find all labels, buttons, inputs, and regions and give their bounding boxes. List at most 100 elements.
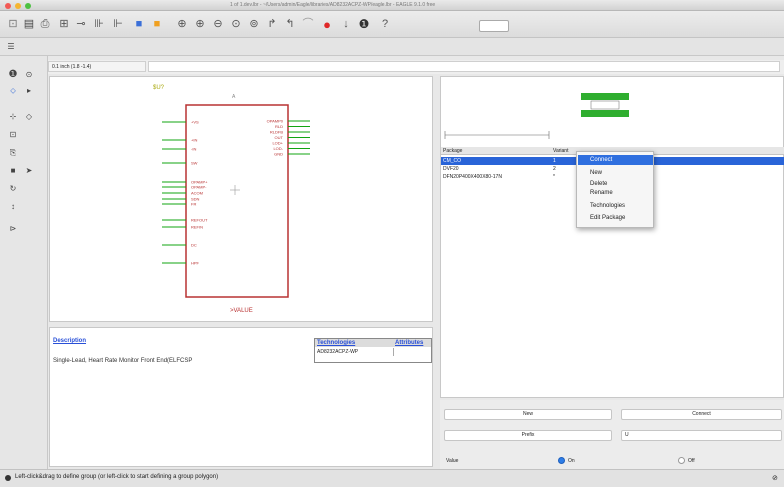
stop-icon[interactable]: ● [320, 17, 334, 31]
pin-label: -IN [191, 147, 196, 152]
show-tool-icon[interactable]: ⊙ [24, 70, 34, 80]
technologies-header[interactable]: Technologies [315, 339, 393, 347]
toolbar: ⊡ ▤ ⎙ ⊞ ⊸ ⊪ ⊩ ■ ■ ⊕ ⊕ ⊖ ⊙ ⊚ ↱ ↰ ⌒ ● ↓ ❶ … [0, 11, 784, 38]
zoom-in-icon[interactable]: ⊕ [193, 17, 207, 31]
print-icon[interactable]: ⎙ [38, 17, 52, 31]
pin-label: OPAMP- [191, 185, 207, 190]
package-variant: * [553, 174, 555, 180]
pin-label: LOD+ [272, 141, 283, 146]
pin-label: LOD- [273, 146, 283, 151]
value-off-label: Off [688, 458, 695, 464]
package-column-header[interactable]: Package [443, 148, 462, 154]
package-name: DVF20 [443, 166, 459, 172]
package-name: CM_CO [443, 158, 462, 164]
zoom-last-icon[interactable]: ⊚ [247, 17, 261, 31]
menu-item-rename[interactable]: Rename [578, 188, 653, 198]
pin-label: FR [191, 202, 196, 207]
pin-label: ACOM [191, 191, 203, 196]
paste-tool-icon[interactable]: ⎘ [8, 148, 18, 158]
arc-icon[interactable]: ⌒ [301, 17, 315, 31]
package-pane: Package Variant CM_CO 1 DVF20 2 DFN20P40… [440, 76, 784, 398]
undo-icon[interactable]: ↰ [283, 17, 297, 31]
command-line-input[interactable] [148, 61, 780, 72]
board-icon[interactable]: ⊸ [74, 17, 88, 31]
prefix-button[interactable]: Prefix [444, 430, 612, 441]
zoom-fit-icon[interactable]: ⊕ [175, 17, 189, 31]
open-icon[interactable]: ⊡ [6, 17, 20, 31]
symbol-name-label: $U? [153, 85, 165, 91]
redo-icon[interactable]: ↱ [265, 17, 279, 31]
run-icon[interactable]: ■ [150, 17, 164, 31]
pin-label: OPAMP0 [267, 119, 284, 124]
connect-button[interactable]: Connect [621, 409, 782, 420]
split-tool-icon[interactable]: ↕ [8, 202, 18, 212]
package-body [590, 100, 620, 110]
stop-command-icon[interactable]: ⊘ [772, 474, 778, 482]
mark-tool-icon[interactable]: ▸ [24, 86, 34, 96]
pin-label: RLD [275, 124, 283, 129]
pin-label: OUT [275, 135, 284, 140]
display-tool-icon[interactable]: ⬦ [8, 86, 18, 96]
attribute-cell[interactable] [393, 348, 431, 356]
package-variant: 2 [553, 166, 556, 172]
grid-selector[interactable] [479, 20, 509, 32]
variant-column-header[interactable]: Variant [553, 148, 568, 154]
copy-tool-icon[interactable]: ◇ [24, 112, 34, 122]
attributes-header[interactable]: Attributes [393, 339, 431, 347]
library-icon[interactable]: ⊩ [111, 17, 125, 31]
value-off-radio[interactable] [678, 457, 685, 464]
zoom-window-button[interactable] [25, 3, 31, 9]
zoom-select-icon[interactable]: ⊙ [229, 17, 243, 31]
title-bar: 1 of 1.dev.lbr - ~/Users/admin/Eagle/lib… [0, 0, 784, 11]
delete-tool-icon[interactable]: ■ [8, 166, 18, 176]
menu-item-connect[interactable]: Connect [578, 155, 653, 165]
script-icon[interactable]: ■ [132, 17, 146, 31]
technologies-table: Technologies Attributes AD8232ACPZ-WP [314, 338, 432, 363]
layer-icon[interactable]: ☰ [6, 42, 16, 52]
move-tool-icon[interactable]: ⊹ [8, 112, 18, 122]
pin-tool-icon[interactable]: ⊳ [8, 224, 18, 234]
info-icon[interactable]: ❶ [357, 17, 371, 31]
pad-row-top [581, 93, 629, 100]
pin-label: +VS [191, 120, 199, 125]
zoom-out-icon[interactable]: ⊖ [211, 17, 225, 31]
package-preview [444, 93, 629, 139]
description-header[interactable]: Description [53, 338, 86, 344]
menu-item-edit-package[interactable]: Edit Package [578, 213, 653, 223]
info-tool-icon[interactable]: ❶ [8, 70, 18, 80]
coordinate-display: 0.1 inch (1.8 -1.4) [48, 61, 146, 72]
prefix-field[interactable]: U [621, 430, 782, 441]
rotate-tool-icon[interactable]: ↻ [8, 184, 18, 194]
package-variant: 1 [553, 158, 556, 164]
status-text: Left-click&drag to define group (or left… [15, 474, 219, 480]
help-icon[interactable]: ? [378, 17, 392, 31]
pin-label: DC [191, 243, 197, 248]
pin-label: SW [191, 161, 198, 166]
description-text: Single-Lead, Heart Rate Monitor Front En… [53, 358, 193, 364]
coordinate-bar: 0.1 inch (1.8 -1.4) [48, 60, 784, 74]
pad-row-bottom [581, 110, 629, 117]
group-tool-icon[interactable]: ⊡ [8, 130, 18, 140]
status-indicator-icon [5, 475, 11, 481]
close-window-button[interactable] [5, 3, 11, 9]
left-pins: +VS+IN-INSWOPAMP+OPAMP-ACOMSDNFRREFOUTRE… [162, 120, 208, 266]
cam-icon[interactable]: ⊞ [57, 17, 71, 31]
menu-item-new[interactable]: New [578, 168, 653, 178]
symbol-preview-pane[interactable]: $U? A +VS +IN -IN SW OPAMP+ OPAMP- ACOM SDN FR RE… [49, 76, 433, 322]
new-button[interactable]: New [444, 409, 612, 420]
value-on-radio[interactable] [558, 457, 565, 464]
technology-cell[interactable]: AD8232ACPZ-WP [315, 348, 393, 356]
pin-label: REFIN [191, 225, 203, 230]
go-icon[interactable]: ↓ [339, 17, 353, 31]
mirror-tool-icon[interactable]: ➤ [24, 166, 34, 176]
symbol-value-label: >VALUE [230, 308, 253, 314]
sub-toolbar: ☰ [0, 38, 784, 56]
symbol-drawing: $U? A +VS+IN-INSWOPAMP+OPAMP-ACOMSDNFRRE… [153, 85, 310, 314]
menu-item-technologies[interactable]: Technologies [578, 201, 653, 211]
minimize-window-button[interactable] [15, 3, 21, 9]
package-name: DFN20P400X400X80-17N [443, 174, 502, 180]
save-icon[interactable]: ▤ [22, 17, 36, 31]
schematic-icon[interactable]: ⊪ [92, 17, 106, 31]
status-bar: Left-click&drag to define group (or left… [0, 469, 784, 487]
value-on-label: On [568, 458, 575, 464]
